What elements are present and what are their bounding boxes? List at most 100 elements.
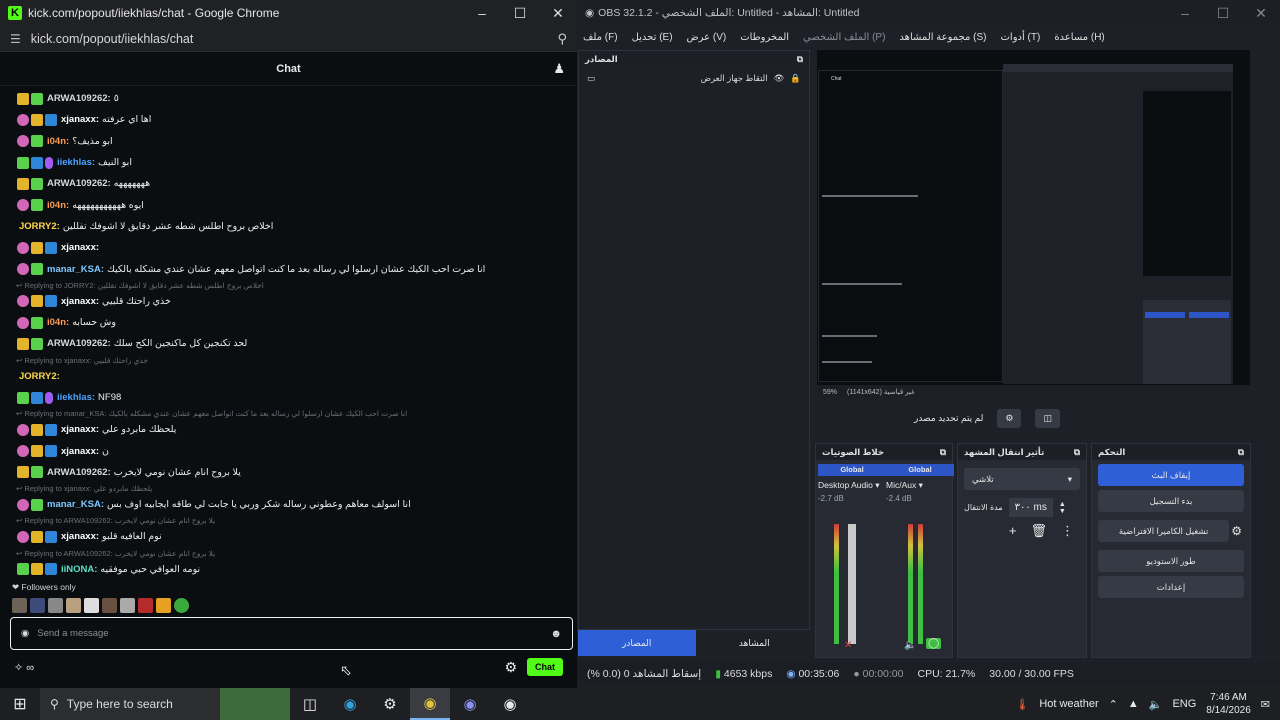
chat-message[interactable]: iiNONA: نومه العوافي حبي موفقيه xyxy=(0,559,577,580)
obs-menu-item[interactable]: عرض (V) xyxy=(687,32,727,43)
chat-message[interactable]: ARWA109262: لحد تكنجين كل ماكنجين الكح سل… xyxy=(0,333,577,354)
tab-sources[interactable]: المصادر xyxy=(578,630,696,656)
chat-username[interactable]: manar_KSA: xyxy=(47,499,104,510)
reply-context[interactable]: ↩ Replying to xjanaxx: يلحظك مابردو علي xyxy=(0,483,577,494)
tray-chevron-icon[interactable]: ⌃ xyxy=(1109,698,1118,711)
obs-menu-item[interactable]: الملف الشخصي (P) xyxy=(803,32,885,43)
chat-username[interactable]: ARWA109262: xyxy=(47,178,111,189)
avatar[interactable] xyxy=(174,598,189,613)
source-item[interactable]: ▭ التقاط جهاز العرض 👁 🔒 xyxy=(579,67,809,90)
language-indicator[interactable]: ENG xyxy=(1172,698,1196,710)
chat-message[interactable]: i04n: وش حسابه xyxy=(0,312,577,333)
chat-username[interactable]: JORRY2: xyxy=(19,221,60,232)
dock-float-icon[interactable]: ⧉ xyxy=(940,447,946,457)
chat-message[interactable]: iiekhlas: NF98 xyxy=(0,387,577,408)
taskbar-search[interactable]: ⚲ Type here to search xyxy=(40,688,220,720)
start-virtual-camera-button[interactable]: تشغيل الكاميرا الافتراضية xyxy=(1098,520,1230,542)
obs-menu-item[interactable]: مجموعة المشاهد (S) xyxy=(899,32,986,43)
avatar[interactable] xyxy=(30,598,45,613)
obs-icon[interactable]: ◉ xyxy=(490,688,530,720)
weather-text[interactable]: Hot weather xyxy=(1039,698,1098,710)
chat-username[interactable]: xjanaxx: xyxy=(61,531,99,542)
reply-context[interactable]: ↩ Replying to ARWA109262: يلا بروح انام … xyxy=(0,548,577,559)
avatar[interactable] xyxy=(84,598,99,613)
dock-float-icon[interactable]: ⧉ xyxy=(797,54,803,64)
avatar[interactable] xyxy=(120,598,135,613)
chat-message[interactable]: i04n: ايوه هههههههههههه xyxy=(0,194,577,215)
chrome-icon[interactable]: ◉ xyxy=(410,688,450,720)
chat-username[interactable]: ARWA109262: xyxy=(47,338,111,349)
chat-message[interactable]: xjanaxx: xyxy=(0,237,577,258)
minimize-button[interactable]: – xyxy=(463,5,501,22)
zoom-icon[interactable]: ⚲ xyxy=(557,31,567,47)
chat-input[interactable]: ◉ Send a message ☻ xyxy=(10,617,573,650)
clock[interactable]: 7:46 AM 8/14/2026 xyxy=(1206,691,1251,717)
chat-message[interactable]: iiekhlas: ابو النيف xyxy=(0,152,577,173)
speaker-icon[interactable]: 🔈 xyxy=(904,640,916,651)
chat-message[interactable]: manar_KSA: انا اسولف معاهم وعطوني رساله ش… xyxy=(0,494,577,515)
obs-minimize-button[interactable]: – xyxy=(1166,5,1204,22)
add-icon[interactable]: + xyxy=(1009,523,1017,539)
chat-username[interactable]: iiekhlas: xyxy=(57,392,95,403)
close-button[interactable]: ✕ xyxy=(539,5,577,22)
chat-username[interactable]: xjanaxx: xyxy=(61,242,99,253)
chat-username[interactable]: ARWA109262: xyxy=(47,93,111,104)
reply-context[interactable]: ↩ Replying to ARWA109262: يلا بروح انام … xyxy=(0,515,577,526)
obs-menu-item[interactable]: تحديل (E) xyxy=(632,32,673,43)
avatar[interactable] xyxy=(48,598,63,613)
emoji-icon[interactable]: ☻ xyxy=(550,628,562,640)
chat-message[interactable]: xjanaxx: ن xyxy=(0,440,577,461)
steam-icon[interactable]: ⚙ xyxy=(370,688,410,720)
obs-menu-item[interactable]: أدوات (T) xyxy=(1001,32,1041,43)
chat-username[interactable]: manar_KSA: xyxy=(47,264,104,275)
obs-menu-item[interactable]: ملف (F) xyxy=(583,32,618,43)
duration-stepper[interactable]: ▲ ▼ xyxy=(1059,501,1066,515)
more-icon[interactable]: ⋮ xyxy=(1061,523,1074,539)
chat-username[interactable]: xjanaxx: xyxy=(61,446,99,457)
start-recording-button[interactable]: بدء التسجيل xyxy=(1098,490,1244,512)
reply-context[interactable]: ↩ Replying to xjanaxx: خذي راحتك قلبيي xyxy=(0,355,577,366)
filters-icon[interactable]: ◫ xyxy=(1035,408,1060,428)
chat-username[interactable]: iiekhlas: xyxy=(57,157,95,168)
settings-button[interactable]: إعدادات xyxy=(1098,576,1244,598)
chat-username[interactable]: iiNONA: xyxy=(61,564,97,575)
studio-mode-button[interactable]: طور الاستوديو xyxy=(1098,550,1244,572)
chat-message[interactable]: JORRY2: اخلاص بروح اطلس شطه عشر دقايق لا … xyxy=(0,216,577,237)
weather-icon[interactable]: 🌡 xyxy=(1015,698,1029,711)
edge-icon[interactable]: ◉ xyxy=(330,688,370,720)
maximize-button[interactable]: ☐ xyxy=(501,5,539,22)
notifications-icon[interactable]: ✉ xyxy=(1261,698,1270,711)
task-view-icon[interactable]: ◫ xyxy=(290,688,330,720)
obs-close-button[interactable]: ✕ xyxy=(1242,5,1280,22)
chat-message[interactable]: xjanaxx: يلحظك مابردو علي xyxy=(0,419,577,440)
trash-icon[interactable]: 🗑 xyxy=(1030,523,1047,539)
transition-select[interactable]: تلاشي ▾ xyxy=(964,468,1080,490)
emote-picker-icon[interactable]: ◉ xyxy=(21,628,29,639)
channel-name[interactable]: Desktop Audio ▾ xyxy=(818,480,886,491)
chat-message-list[interactable]: ARWA109262: ٥ xjanaxx: اها اي عرفته i04n: ابو… xyxy=(0,88,577,598)
chat-message[interactable]: xjanaxx: خذي راحتك قلبيي xyxy=(0,291,577,312)
reply-context[interactable]: ↩ Replying to manar_KSA: انا صرت احب الك… xyxy=(0,408,577,419)
virtual-cam-settings-icon[interactable]: ⚙ xyxy=(1231,524,1242,538)
avatar[interactable] xyxy=(156,598,171,613)
mute-icon[interactable]: ✕ xyxy=(844,640,852,651)
dock-float-icon[interactable]: ⧉ xyxy=(1238,447,1244,457)
discord-icon[interactable]: ◉ xyxy=(450,688,490,720)
chat-message[interactable]: i04n: ابو مذيف؟ xyxy=(0,131,577,152)
users-icon[interactable]: ♟ xyxy=(553,61,565,77)
chat-username[interactable]: xjanaxx: xyxy=(61,114,99,125)
chatter-avatars[interactable] xyxy=(12,598,189,613)
reply-context[interactable]: ↩ Replying to JORRY2: اخلاص بروح اطلس شط… xyxy=(0,280,577,291)
dock-float-icon[interactable]: ⧉ xyxy=(1074,447,1080,457)
chat-message[interactable]: xjanaxx: اها اي عرفته xyxy=(0,109,577,130)
headphone-icon[interactable]: ◯ xyxy=(926,638,942,649)
stop-streaming-button[interactable]: إيقاف البث xyxy=(1098,464,1244,486)
obs-menu-item[interactable]: مساعدة (H) xyxy=(1054,32,1104,43)
obs-maximize-button[interactable]: ☐ xyxy=(1204,5,1242,22)
chat-username[interactable]: xjanaxx: xyxy=(61,424,99,435)
obs-menu-item[interactable]: المخروطات xyxy=(740,32,789,43)
lock-icon[interactable]: 🔒 xyxy=(790,73,801,84)
duration-input[interactable]: ٣٠٠ ms xyxy=(1008,498,1053,517)
visibility-eye-icon[interactable]: 👁 xyxy=(774,73,785,84)
program-preview[interactable]: Chat 59% (1141x642) غير قياسية xyxy=(817,50,1250,397)
